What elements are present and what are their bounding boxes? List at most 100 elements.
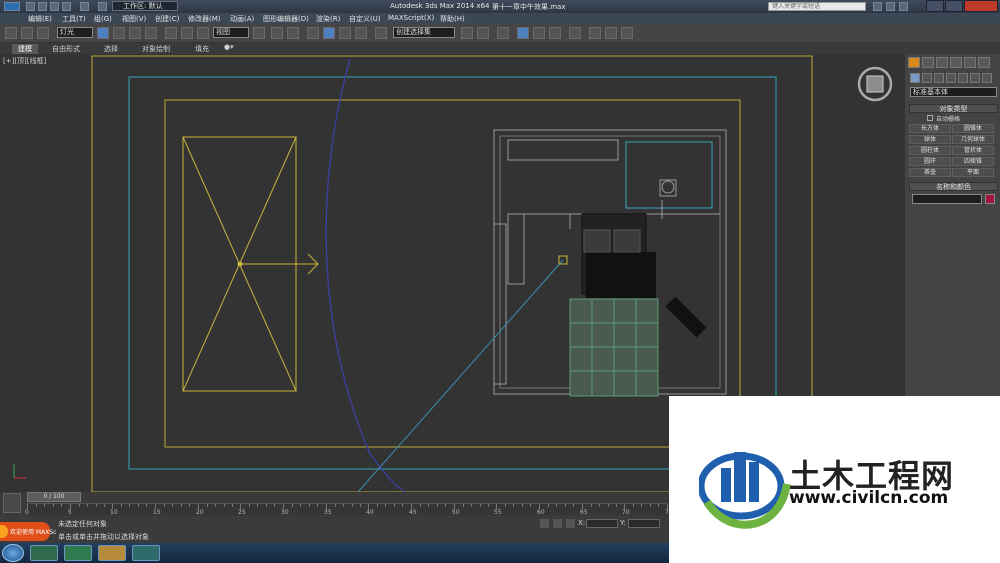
app-menu-icon[interactable] <box>4 2 20 11</box>
select-by-name-icon[interactable] <box>113 27 125 39</box>
keyboard-shortcut-icon[interactable] <box>287 27 299 39</box>
time-slider[interactable]: 0 / 100 <box>27 492 81 502</box>
undo-icon[interactable] <box>62 2 71 11</box>
open-file-icon[interactable] <box>38 2 47 11</box>
cylinder-button[interactable]: 圆柱体 <box>909 146 951 155</box>
y-coord-field[interactable] <box>628 519 660 528</box>
new-file-icon[interactable] <box>26 2 35 11</box>
3dsmax-taskbar-icon[interactable] <box>132 545 160 561</box>
sphere-button[interactable]: 球体 <box>909 135 951 144</box>
geosphere-button[interactable]: 几何球体 <box>952 135 994 144</box>
bind-spacewarp-icon[interactable] <box>37 27 49 39</box>
absolute-mode-icon[interactable] <box>566 519 575 528</box>
tab-object-paint[interactable]: 对象绘制 <box>142 44 170 54</box>
pivot-center-icon[interactable] <box>253 27 265 39</box>
tab-freeform[interactable]: 自由形式 <box>52 44 80 54</box>
box-button[interactable]: 长方体 <box>909 124 951 133</box>
mirror-icon[interactable] <box>461 27 473 39</box>
spinner-snap-icon[interactable] <box>355 27 367 39</box>
align-icon[interactable] <box>477 27 489 39</box>
motion-tab-icon[interactable] <box>950 57 962 68</box>
name-color-rollout[interactable]: 名称和颜色 <box>909 182 998 191</box>
binoculars-icon[interactable] <box>873 2 882 11</box>
create-tab-icon[interactable] <box>908 57 920 68</box>
angle-snap-icon[interactable] <box>323 27 335 39</box>
menu-rendering[interactable]: 渲染(R) <box>316 14 340 24</box>
menu-help[interactable]: 帮助(H) <box>440 14 465 24</box>
unlink-icon[interactable] <box>21 27 33 39</box>
systems-icon[interactable] <box>982 73 992 83</box>
percent-snap-icon[interactable] <box>339 27 351 39</box>
teapot-button[interactable]: 茶壶 <box>909 168 951 177</box>
explorer-icon[interactable] <box>98 545 126 561</box>
browser-icon[interactable] <box>64 545 92 561</box>
move-icon[interactable] <box>165 27 177 39</box>
cone-button[interactable]: 圆锥体 <box>952 124 994 133</box>
torus-button[interactable]: 圆环 <box>909 157 951 166</box>
category-select[interactable]: 标准基本体 <box>910 87 997 97</box>
curve-editor-icon[interactable] <box>533 27 545 39</box>
material-editor-icon[interactable] <box>569 27 581 39</box>
rect-selection-icon[interactable] <box>129 27 141 39</box>
autogrid-checkbox[interactable] <box>927 115 933 121</box>
pyramid-button[interactable]: 四棱锥 <box>952 157 994 166</box>
x-coord-field[interactable] <box>586 519 618 528</box>
menu-create[interactable]: 创建(C) <box>155 14 179 24</box>
display-tab-icon[interactable] <box>964 57 976 68</box>
menu-animation[interactable]: 动画(A) <box>230 14 254 24</box>
menu-customize[interactable]: 自定义(U) <box>349 14 381 24</box>
scale-icon[interactable] <box>197 27 209 39</box>
render-setup-icon[interactable] <box>589 27 601 39</box>
menu-modifiers[interactable]: 修改器(M) <box>188 14 221 24</box>
snaps-toggle-icon[interactable] <box>307 27 319 39</box>
rotate-icon[interactable] <box>181 27 193 39</box>
utilities-tab-icon[interactable] <box>978 57 990 68</box>
start-button[interactable] <box>2 544 24 562</box>
graphite-toolbar-icon[interactable] <box>517 27 529 39</box>
search-input[interactable]: 键入关键字或短语 <box>768 2 866 11</box>
selection-filter-select[interactable]: 灯光 <box>57 27 93 38</box>
plane-button[interactable]: 平面 <box>952 168 994 177</box>
wechat-icon[interactable] <box>30 545 58 561</box>
spacewarps-icon[interactable] <box>970 73 980 83</box>
lock-icon[interactable] <box>553 519 562 528</box>
menu-maxscript[interactable]: MAXScript(X) <box>388 14 434 22</box>
star-icon[interactable] <box>886 2 895 11</box>
menu-edit[interactable]: 编辑(E) <box>28 14 52 24</box>
tab-selection[interactable]: 选择 <box>104 44 118 54</box>
track-bar[interactable]: 051015202530354045505560657075 <box>25 503 673 516</box>
modify-tab-icon[interactable] <box>922 57 934 68</box>
lock-selection-icon[interactable] <box>540 519 549 528</box>
menu-views[interactable]: 视图(V) <box>122 14 146 24</box>
tab-populate[interactable]: 填充 <box>195 44 209 54</box>
ribbon-options-icon[interactable]: ●▾ <box>224 43 234 51</box>
tab-modeling[interactable]: 建模 <box>12 44 38 54</box>
layer-manager-icon[interactable] <box>497 27 509 39</box>
menu-graph-editors[interactable]: 图形编辑器(D) <box>263 14 309 24</box>
maximize-button[interactable] <box>945 0 963 12</box>
reference-coord-select[interactable]: 视图 <box>213 27 249 38</box>
save-file-icon[interactable] <box>50 2 59 11</box>
window-crossing-icon[interactable] <box>145 27 157 39</box>
geometry-icon[interactable] <box>910 73 920 83</box>
select-manipulate-icon[interactable] <box>271 27 283 39</box>
lights-icon[interactable] <box>934 73 944 83</box>
menu-tools[interactable]: 工具(T) <box>62 14 86 24</box>
object-type-rollout[interactable]: 对象类型 <box>909 104 998 113</box>
close-button[interactable] <box>964 0 998 12</box>
menu-group[interactable]: 组(G) <box>94 14 112 24</box>
link-icon[interactable] <box>5 27 17 39</box>
maxscript-listener[interactable]: 欢迎使用 MAXSc <box>0 522 56 541</box>
project-folder-icon[interactable] <box>98 2 107 11</box>
select-object-icon[interactable] <box>97 27 109 39</box>
redo-icon[interactable] <box>80 2 89 11</box>
mini-listener-icon[interactable] <box>3 493 21 513</box>
rendered-frame-icon[interactable] <box>605 27 617 39</box>
minimize-button[interactable] <box>926 0 944 12</box>
help-icon[interactable] <box>899 2 908 11</box>
hierarchy-tab-icon[interactable] <box>936 57 948 68</box>
shapes-icon[interactable] <box>922 73 932 83</box>
edit-named-selection-icon[interactable] <box>375 27 387 39</box>
tube-button[interactable]: 管状体 <box>952 146 994 155</box>
object-color-swatch[interactable] <box>985 194 995 204</box>
